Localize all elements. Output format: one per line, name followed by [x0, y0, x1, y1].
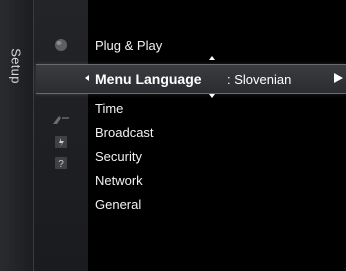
application-icon[interactable]	[50, 134, 72, 150]
menu-item-time[interactable]: Time	[95, 101, 123, 116]
scroll-down-icon[interactable]	[209, 94, 215, 98]
menu-item-broadcast[interactable]: Broadcast	[95, 125, 154, 140]
scroll-up-icon[interactable]	[209, 56, 215, 60]
menu-language-value: : Slovenian	[227, 72, 292, 87]
tv-settings-screen: Setup ? Plug & Play Time Broadcast Secur…	[0, 0, 346, 271]
setup-tab-label: Setup	[8, 48, 24, 84]
menu-item-menu-language[interactable]: Menu Language : Slovenian	[36, 64, 346, 94]
menu-item-general[interactable]: General	[95, 197, 141, 212]
menu-item-plug-and-play[interactable]: Plug & Play	[95, 38, 162, 53]
setup-tab[interactable]: Setup	[0, 0, 34, 271]
support-icon[interactable]: ?	[50, 155, 72, 171]
svg-text:?: ?	[58, 159, 64, 170]
category-icon-column: ?	[34, 0, 88, 271]
menu-language-label: Menu Language	[95, 71, 202, 87]
picture-icon[interactable]	[50, 37, 72, 53]
right-arrow-icon[interactable]	[334, 73, 343, 83]
setup-menu-panel: Plug & Play Time Broadcast Security Netw…	[88, 0, 346, 271]
menu-item-network[interactable]: Network	[95, 173, 143, 188]
menu-item-security[interactable]: Security	[95, 149, 142, 164]
input-icon[interactable]	[50, 112, 72, 128]
left-arrow-icon	[85, 75, 89, 81]
